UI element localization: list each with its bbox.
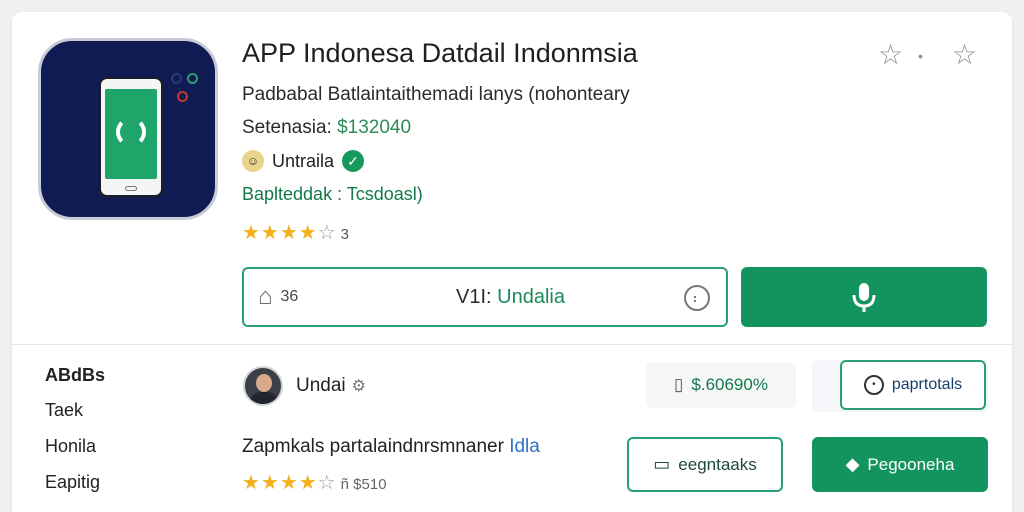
- version-selector[interactable]: ⌂ 36 V1I: Undalia ⠆: [242, 267, 728, 327]
- app-icon: [38, 38, 218, 220]
- reviewer-avatar[interactable]: [243, 366, 283, 406]
- review-extra: ñ $510: [340, 476, 387, 493]
- review-rating: ★★★★☆ ñ $510: [242, 470, 387, 495]
- star-outline-icon[interactable]: ☆: [952, 38, 977, 71]
- separator-dot: •: [918, 48, 923, 64]
- phone-graphic: [99, 77, 163, 197]
- rating-count: 3: [340, 226, 349, 243]
- price-label: Setenasia:: [242, 117, 332, 138]
- app-title: APP Indonesa Datdail Indonmsia: [242, 38, 638, 68]
- review-text: Zapmkals partalaindnrsmnaner Idla: [242, 436, 540, 457]
- price-button[interactable]: ▯ $.60690%: [646, 362, 796, 408]
- sidebar-item[interactable]: Honila: [45, 436, 96, 457]
- price-value: $132040: [337, 117, 412, 138]
- developer-avatar: ☺: [242, 150, 264, 172]
- developer-line[interactable]: ☺ Untraila ✓: [242, 150, 365, 172]
- version-label: V1I: Undalia: [456, 286, 565, 308]
- reviewer-name[interactable]: Undai: [296, 375, 346, 397]
- message-button[interactable]: ▭ eegntaaks: [627, 437, 783, 492]
- smile-icon[interactable]: ⠆: [684, 285, 710, 311]
- reviewer-name-line: Undai ⚙: [296, 375, 366, 397]
- tag-icon: ▯: [674, 375, 684, 394]
- stars-filled: ★★★★: [242, 472, 318, 494]
- tag-fill-icon: ◆: [845, 454, 860, 474]
- developer-name[interactable]: Untraila: [272, 151, 334, 172]
- home-icon[interactable]: ⌂: [258, 283, 273, 311]
- category-line[interactable]: Baplteddak : Tcsdoasl): [242, 184, 423, 205]
- section-divider: [12, 344, 1012, 345]
- mic-icon: [852, 283, 876, 312]
- home-count: 36: [280, 288, 299, 305]
- paper-button-wrap: • paprtotals: [812, 360, 988, 412]
- star-outline-icon[interactable]: ☆: [878, 38, 903, 71]
- primary-action-button[interactable]: ◆ Pegooneha: [812, 437, 988, 492]
- star-empty-icon: ☆: [317, 222, 337, 244]
- app-rating: ★★★★☆ 3: [242, 220, 349, 245]
- sidebar-heading[interactable]: ABdBs: [45, 365, 105, 386]
- app-subtitle: Padbabal Batlaintaithemadi lanys (nohont…: [242, 84, 630, 105]
- paper-button[interactable]: • paprtotals: [840, 360, 986, 410]
- price-line: Setenasia: $132040: [242, 117, 411, 139]
- review-link[interactable]: Idla: [509, 436, 540, 457]
- verified-icon: ✓: [342, 150, 365, 172]
- message-icon: ▭: [653, 454, 671, 474]
- info-icon: •: [863, 375, 884, 395]
- voice-button[interactable]: [741, 267, 987, 327]
- sidebar-item[interactable]: Eapitig: [45, 472, 100, 493]
- gear-icon[interactable]: ⚙: [352, 376, 366, 396]
- stars-filled: ★★★★: [242, 222, 318, 244]
- star-empty-icon: ☆: [317, 472, 337, 494]
- sidebar-item[interactable]: Taek: [45, 400, 83, 421]
- sync-icon: [116, 117, 146, 147]
